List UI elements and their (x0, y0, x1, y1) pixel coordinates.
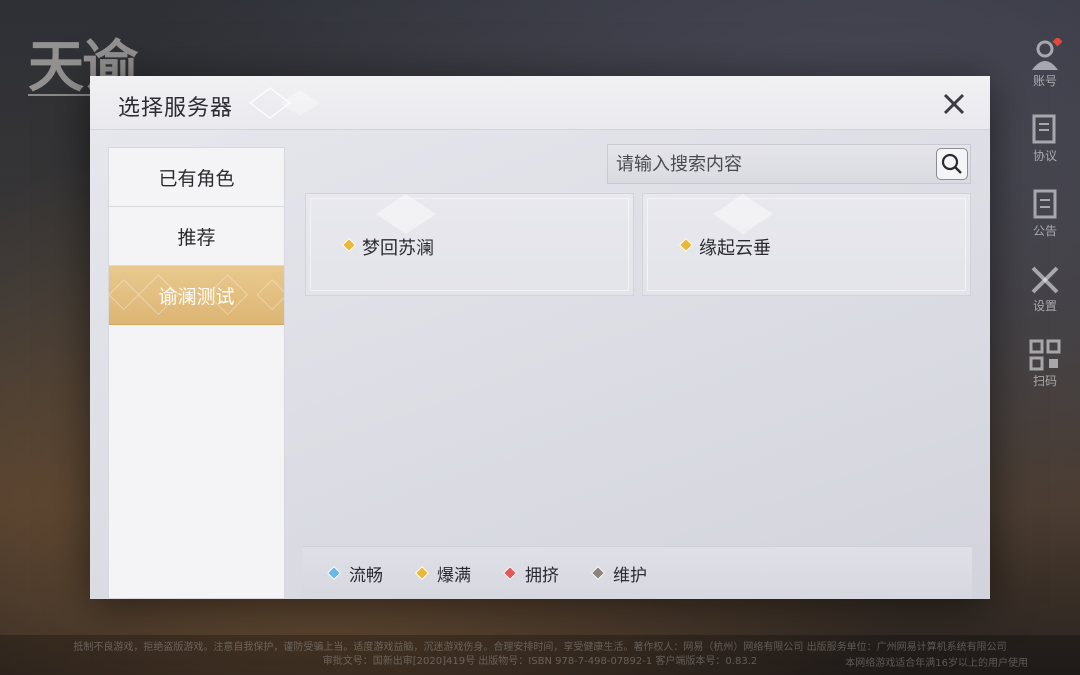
server-card[interactable]: 梦回苏澜 (305, 193, 634, 296)
tab-label: 已有角色 (158, 167, 235, 190)
dialog-header: 选择服务器 (90, 76, 990, 130)
search-input[interactable] (608, 145, 934, 183)
server-name: 缘起云垂 (699, 238, 771, 259)
tab-label: 推荐 (177, 226, 216, 249)
tab-existing-characters[interactable]: 已有角色 (109, 148, 284, 207)
side-item-agreement[interactable]: 协议 (1028, 113, 1062, 164)
agreement-icon (1032, 114, 1056, 144)
side-item-label: 设置 (1032, 299, 1057, 313)
tab-label: 谕澜测试 (158, 285, 235, 308)
server-card[interactable]: 缘起云垂 (642, 193, 971, 296)
account-icon (1032, 38, 1062, 70)
legend-dot (502, 565, 518, 581)
dialog-title: 选择服务器 (118, 96, 234, 121)
side-item-label: 公告 (1032, 224, 1057, 238)
legend-item-maintenance: 维护 (590, 561, 647, 586)
server-group-tabs: 已有角色 推荐 谕澜测试 (108, 147, 285, 599)
legend-dot (326, 565, 342, 581)
legend-item-crowded: 拥挤 (502, 561, 559, 586)
search-icon (941, 153, 962, 174)
tab-recommended[interactable]: 推荐 (109, 207, 284, 266)
side-item-qr[interactable]: 扫码 (1028, 338, 1062, 389)
side-item-label: 协议 (1032, 149, 1057, 163)
server-status-legend: 流畅 爆满 拥挤 维护 (303, 546, 972, 599)
legend-label: 流畅 (349, 565, 383, 586)
search-button[interactable] (936, 148, 968, 180)
side-menu: 账号 协议 公告 设置 扫码 (1020, 38, 1070, 389)
legend-label: 维护 (613, 565, 647, 586)
notice-icon (1033, 189, 1057, 219)
age-rating-text: 本网络游戏适合年满16岁以上的用户使用 (845, 658, 1028, 669)
footer-line-1: 抵制不良游戏，拒绝盗版游戏。注意自我保护，谨防受骗上当。适度游戏益脑，沉迷游戏伤… (73, 642, 1007, 653)
qr-code-icon (1029, 339, 1061, 371)
legend-item-smooth: 流畅 (326, 561, 383, 586)
side-item-label: 账号 (1032, 74, 1057, 88)
title-decoration (248, 87, 320, 119)
legend-item-full: 爆满 (414, 561, 471, 586)
settings-icon (1031, 266, 1059, 294)
side-item-account[interactable]: 账号 (1028, 38, 1062, 89)
server-name: 梦回苏澜 (362, 238, 434, 259)
side-item-settings[interactable]: 设置 (1028, 263, 1062, 314)
legend-label: 拥挤 (525, 565, 559, 586)
tab-yulan-test[interactable]: 谕澜测试 (109, 266, 284, 325)
side-item-label: 扫码 (1032, 374, 1057, 388)
search-box (607, 144, 971, 184)
legend-dot (590, 565, 606, 581)
side-item-notice[interactable]: 公告 (1028, 188, 1062, 239)
close-icon[interactable] (940, 90, 968, 118)
legend-dot (414, 565, 430, 581)
server-select-dialog: 选择服务器 已有角色 推荐 谕澜测试 请输入搜索内容 梦回苏澜 缘起云垂 流畅 … (90, 76, 990, 599)
legend-label: 爆满 (437, 565, 471, 586)
